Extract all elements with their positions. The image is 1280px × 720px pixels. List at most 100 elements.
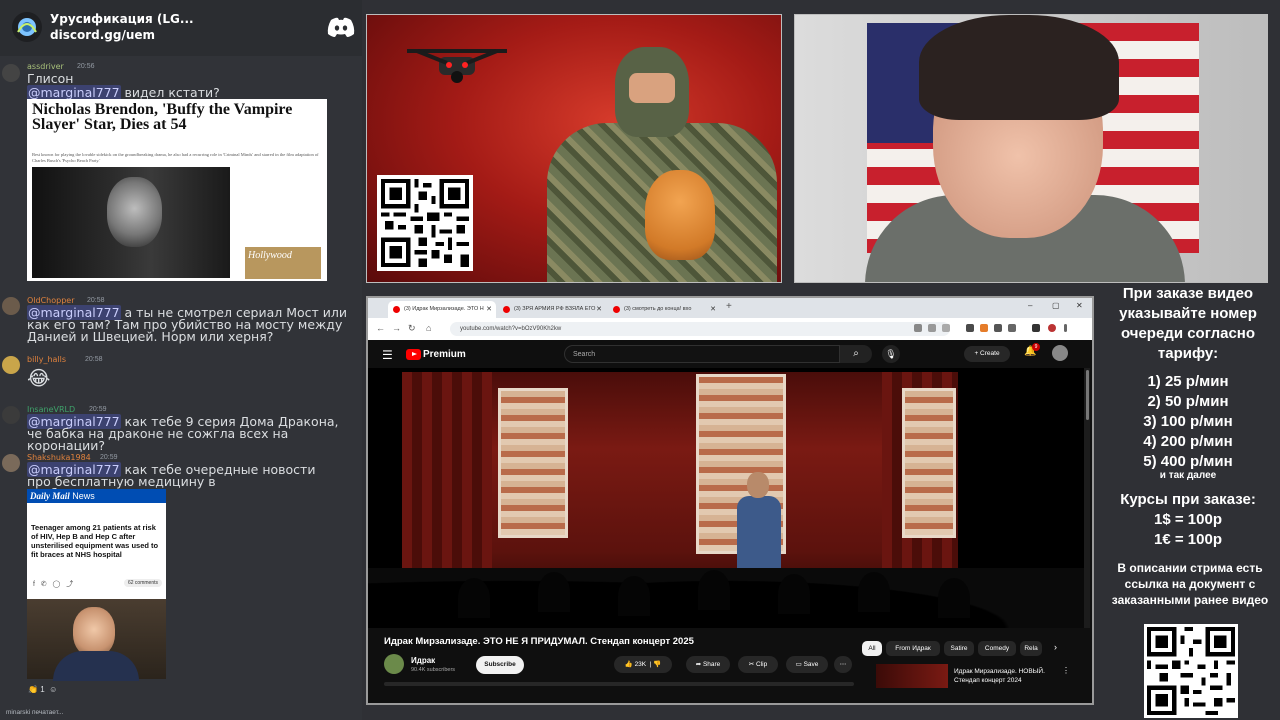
url-field[interactable]: youtube.com/watch?v=bOzV90Kh2kw	[450, 322, 950, 336]
embed-headline: Teenager among 21 patients at risk of HI…	[31, 523, 159, 559]
clip-button[interactable]: ✂ Clip	[738, 656, 778, 673]
chip-satire[interactable]: Satire	[944, 641, 974, 656]
server-icon[interactable]	[12, 12, 42, 42]
extension-icon[interactable]	[966, 324, 974, 332]
home-icon[interactable]: ⌂	[426, 323, 431, 333]
profile-icon[interactable]	[1048, 324, 1056, 332]
new-tab-button[interactable]: +	[726, 301, 732, 312]
search-input[interactable]: Search	[564, 345, 840, 363]
add-reaction-icon[interactable]: ☺	[49, 685, 57, 694]
audience-head	[778, 574, 810, 614]
channel-name[interactable]: Идрак	[411, 656, 435, 665]
server-invite-link[interactable]: discord.gg/uem	[50, 28, 155, 42]
search-icon[interactable]: ⌕	[840, 345, 872, 363]
youtube-favicon-icon	[503, 306, 510, 313]
timestamp: 20:56	[77, 63, 95, 70]
chip-all[interactable]: All	[862, 641, 882, 656]
account-avatar[interactable]	[1052, 345, 1068, 361]
username[interactable]: billy_halls	[27, 355, 66, 364]
forward-icon[interactable]: →	[392, 323, 401, 333]
thumbs-down-icon[interactable]: 👎	[653, 661, 661, 668]
message-text: @marginal777 как тебе 9 серия Дома Драко…	[27, 414, 357, 452]
browser-tab[interactable]: (3) Идрак Мирзализаде. ЭТО Н ✕	[388, 301, 496, 318]
browser-menu-icon[interactable]	[1064, 324, 1067, 332]
avatar[interactable]	[2, 454, 20, 472]
username[interactable]: assdriver	[27, 62, 64, 71]
timestamp: 20:58	[87, 297, 105, 304]
microphone-icon[interactable]: 🎙	[882, 345, 900, 363]
close-window-icon[interactable]: ✕	[1076, 301, 1083, 310]
zoom-icon[interactable]	[928, 324, 936, 332]
comedian-body	[737, 496, 781, 576]
message-rest: видел кстати?	[120, 85, 220, 100]
news-embed-hollywood[interactable]: Nicholas Brendon, 'Buffy the Vampire Sla…	[27, 99, 327, 281]
chevron-right-icon[interactable]: ›	[1054, 642, 1057, 652]
close-tab-icon[interactable]: ✕	[596, 301, 602, 318]
news-embed-dailymail[interactable]: Daily Mail News Teenager among 21 patien…	[27, 489, 166, 681]
close-tab-icon[interactable]: ✕	[710, 301, 716, 318]
streamer-hair	[919, 15, 1119, 120]
rates-title: Курсы при заказе:	[1120, 491, 1256, 508]
address-bar: ← → ↻ ⌂ youtube.com/watch?v=bOzV90Kh2kw	[368, 318, 1092, 340]
drone-icon	[407, 49, 507, 83]
back-icon[interactable]: ←	[376, 323, 385, 333]
youtube-favicon-icon	[613, 306, 620, 313]
tab-title: (3) смотреть до конца! вхо	[624, 306, 692, 312]
subscriber-count: 90.4K subscribers	[411, 667, 456, 673]
reaction-chip[interactable]: 👏 1 ☺	[28, 685, 57, 694]
tariff-item: 3) 100 р/мин	[1143, 413, 1233, 430]
extension-icon[interactable]	[980, 324, 988, 332]
qr-code-icon	[1144, 624, 1238, 718]
browser-tab[interactable]: (3) смотреть до конца! вхо ✕	[608, 301, 720, 318]
close-tab-icon[interactable]: ✕	[486, 301, 492, 318]
username[interactable]: Shakshuka1984	[27, 453, 91, 462]
chip-comedy[interactable]: Comedy	[978, 641, 1016, 656]
channel-avatar[interactable]	[384, 654, 404, 674]
create-button[interactable]: + Create	[964, 346, 1010, 362]
order-info-panel: При заказе видео указывайте номер очеред…	[1100, 282, 1280, 720]
youtube-brand[interactable]: Premium	[423, 349, 466, 360]
share-icon: ➦	[695, 661, 702, 668]
chip-related[interactable]: Rela	[1020, 641, 1042, 656]
minimize-icon[interactable]: –	[1028, 301, 1032, 310]
description-box[interactable]	[384, 682, 854, 686]
user-mention[interactable]: @marginal777	[27, 85, 121, 100]
comment-count: 62 comments	[123, 579, 162, 587]
extension-icon[interactable]	[994, 324, 1002, 332]
avatar[interactable]	[2, 297, 20, 315]
save-button[interactable]: ▭ Save	[786, 656, 828, 673]
reload-icon[interactable]: ↻	[408, 323, 416, 334]
soldier-cat-artwork	[366, 14, 782, 283]
extension-icon[interactable]	[1008, 324, 1016, 332]
username[interactable]: InsaneVRLD	[27, 405, 75, 414]
sidebar-icon[interactable]	[1032, 324, 1040, 332]
username[interactable]: OldChopper	[27, 296, 75, 305]
more-actions-icon[interactable]: ⋯	[834, 656, 852, 673]
cast-icon[interactable]	[914, 324, 922, 332]
like-dislike-button[interactable]: 👍 23K | 👎	[614, 656, 672, 673]
audience-head	[458, 578, 490, 618]
hamburger-menu-icon[interactable]: ☰	[382, 348, 393, 362]
subscribe-button[interactable]: Subscribe	[476, 656, 524, 674]
embed-headline: Nicholas Brendon, 'Buffy the Vampire Sla…	[32, 101, 293, 133]
reaction-count: 1	[40, 685, 45, 694]
maximize-icon[interactable]: ▢	[1052, 301, 1060, 310]
recommended-title[interactable]: Идрак Мирзализаде. НОВЫЙ. Стендап концер…	[954, 667, 1064, 685]
recommended-more-icon[interactable]: ⋮	[1062, 666, 1070, 675]
recommended-thumbnail[interactable]	[876, 664, 948, 688]
avatar[interactable]	[2, 356, 20, 374]
rate-usd: 1$ = 100р	[1154, 511, 1222, 528]
chip-from-channel[interactable]: From Идрак	[886, 641, 940, 656]
browser-tab[interactable]: (3) ЗРЯ АРМИЯ РФ ВЗЯЛА ЕГО ✕	[498, 301, 606, 318]
tariff-item: 1) 25 р/мин	[1147, 373, 1229, 390]
avatar[interactable]	[2, 64, 20, 82]
thumbs-up-icon[interactable]: 👍	[625, 661, 633, 668]
ornament-panel	[902, 388, 956, 538]
avatar[interactable]	[2, 406, 20, 424]
share-button[interactable]: ➦ Share	[686, 656, 730, 673]
scrollbar-thumb[interactable]	[1086, 370, 1089, 420]
youtube-logo-icon[interactable]	[406, 349, 421, 360]
portrait-face	[73, 607, 115, 657]
bookmark-star-icon[interactable]	[942, 324, 950, 332]
video-player[interactable]	[368, 368, 1084, 628]
